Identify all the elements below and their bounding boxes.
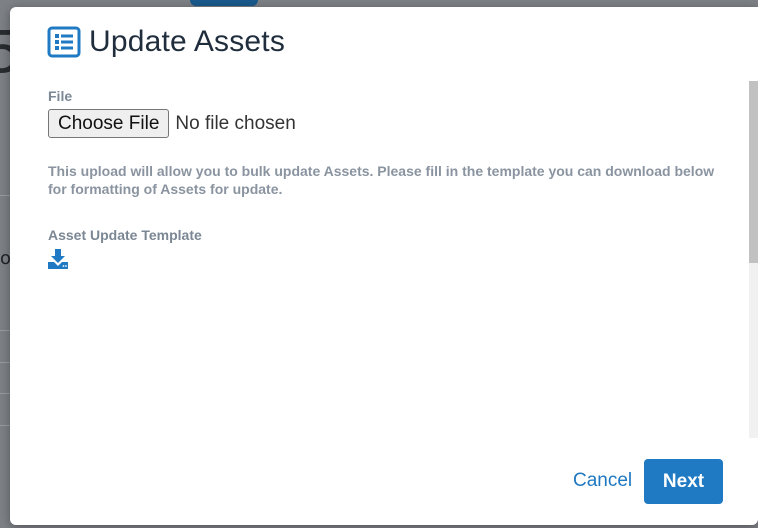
modal-header: Update Assets [47,25,285,59]
background-tab [190,0,258,6]
update-assets-modal: Update Assets File Choose File No file c… [10,7,758,525]
next-button[interactable]: Next [644,459,723,504]
choose-file-button[interactable]: Choose File [48,109,170,138]
scrollbar-thumb[interactable] [749,81,758,263]
modal-title: Update Assets [89,25,286,58]
background-divider [0,393,10,394]
upload-help-text: This upload will allow you to bulk updat… [48,163,715,197]
cancel-button[interactable]: Cancel [573,470,632,492]
file-label: File [48,88,73,104]
file-input[interactable]: Choose File No file chosen [48,109,296,138]
list-alt-icon [47,26,81,58]
background-divider [0,330,10,331]
background-divider [0,195,10,196]
background-divider [0,362,10,363]
template-label: Asset Update Template [48,227,202,243]
file-status-text: No file chosen [175,112,296,134]
background-divider [0,425,10,426]
download-icon[interactable] [47,248,69,270]
